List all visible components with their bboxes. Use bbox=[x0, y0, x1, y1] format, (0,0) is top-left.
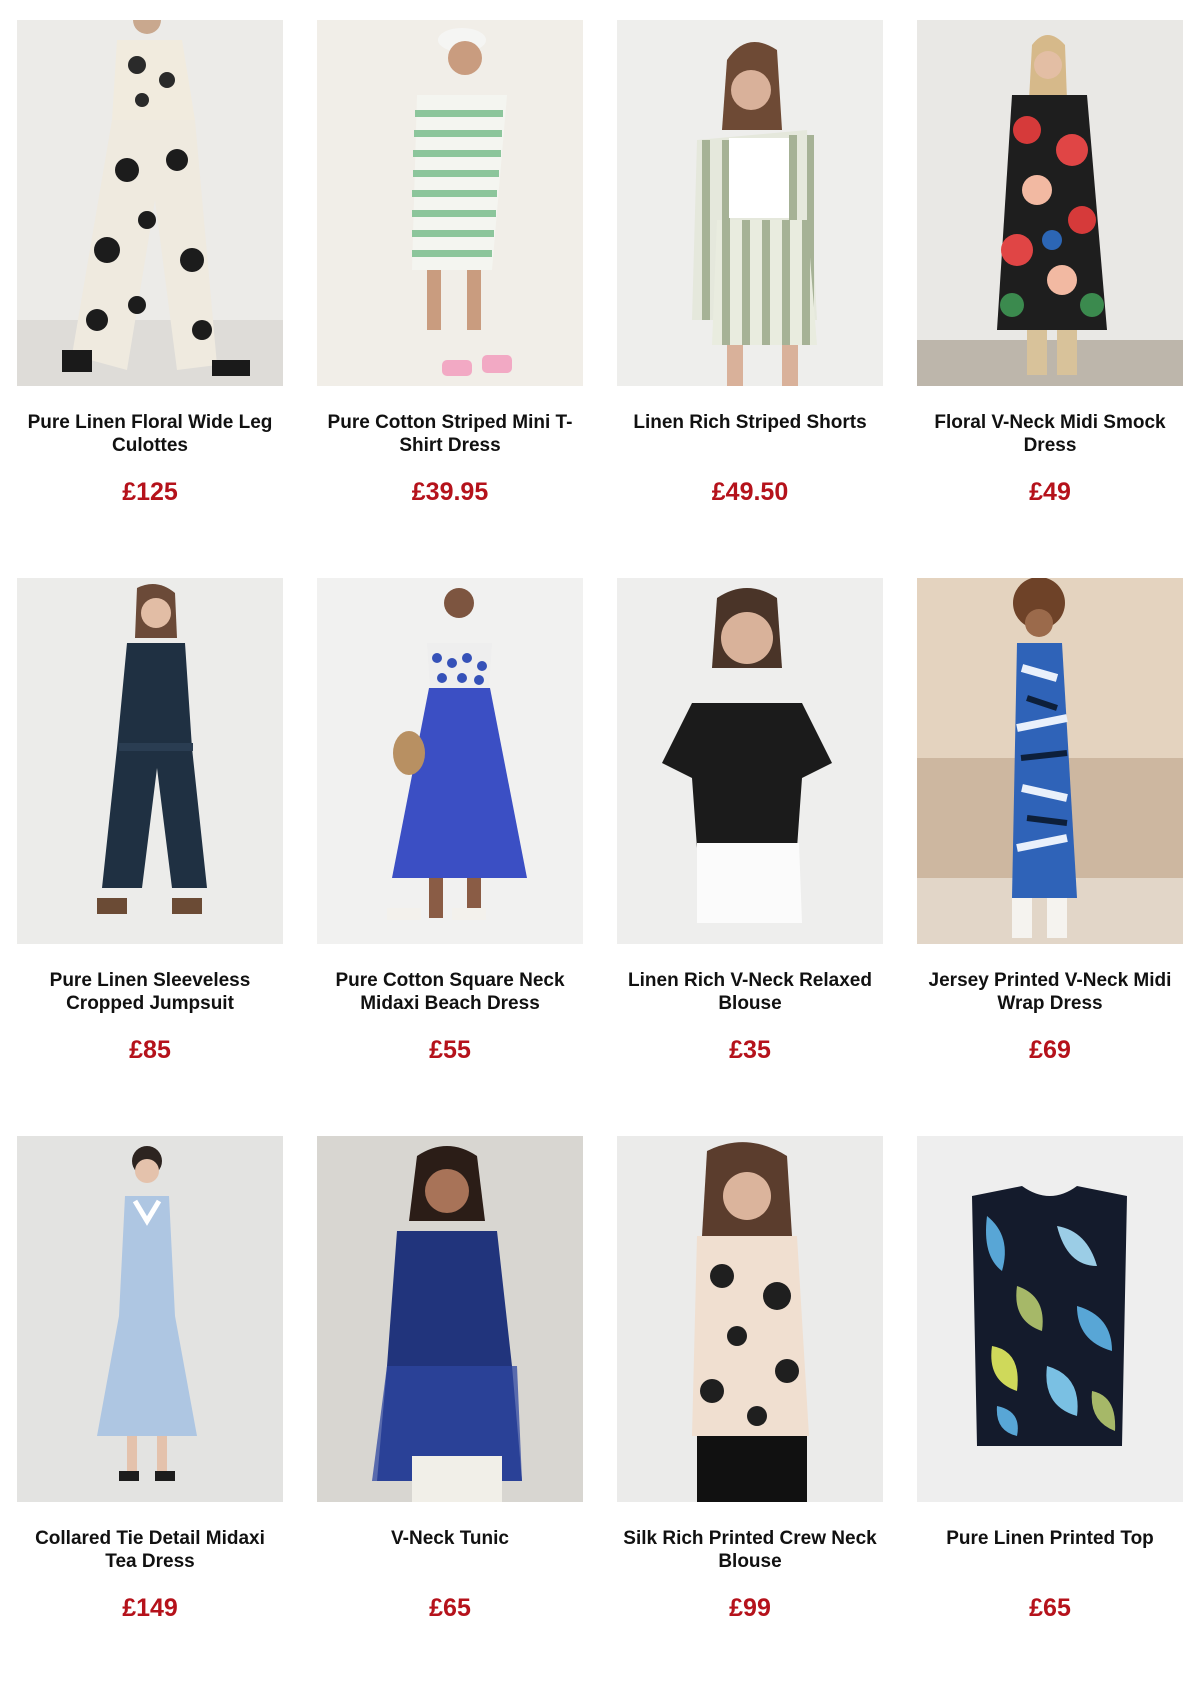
product-image[interactable] bbox=[917, 20, 1183, 386]
product-title[interactable]: Silk Rich Printed Crew Neck Blouse bbox=[617, 1527, 883, 1593]
product-price: £125 bbox=[122, 478, 178, 506]
product-title[interactable]: V-Neck Tunic bbox=[317, 1527, 583, 1593]
product-title[interactable]: Collared Tie Detail Midaxi Tea Dress bbox=[17, 1527, 283, 1593]
product-price: £35 bbox=[729, 1036, 771, 1064]
product-image[interactable] bbox=[617, 20, 883, 386]
product-price: £149 bbox=[122, 1594, 178, 1622]
product-card[interactable]: V-Neck Tunic £65 bbox=[317, 1136, 583, 1694]
product-card[interactable]: Pure Linen Floral Wide Leg Culottes £125 bbox=[17, 20, 283, 578]
product-card[interactable]: Floral V-Neck Midi Smock Dress £49 bbox=[917, 20, 1183, 578]
product-card[interactable]: Pure Cotton Striped Mini T-Shirt Dress £… bbox=[317, 20, 583, 578]
product-title[interactable]: Pure Linen Floral Wide Leg Culottes bbox=[17, 411, 283, 477]
product-card[interactable]: Linen Rich Striped Shorts £49.50 bbox=[617, 20, 883, 578]
product-price: £65 bbox=[429, 1594, 471, 1622]
product-card[interactable]: Pure Linen Printed Top £65 bbox=[917, 1136, 1183, 1694]
product-price: £55 bbox=[429, 1036, 471, 1064]
product-title[interactable]: Linen Rich V-Neck Relaxed Blouse bbox=[617, 969, 883, 1035]
product-image[interactable] bbox=[17, 578, 283, 944]
product-image[interactable] bbox=[917, 1136, 1183, 1502]
product-grid: Pure Linen Floral Wide Leg Culottes £125… bbox=[17, 20, 1183, 1694]
product-card[interactable]: Jersey Printed V-Neck Midi Wrap Dress £6… bbox=[917, 578, 1183, 1136]
product-title[interactable]: Linen Rich Striped Shorts bbox=[617, 411, 883, 477]
product-card[interactable]: Silk Rich Printed Crew Neck Blouse £99 bbox=[617, 1136, 883, 1694]
product-image[interactable] bbox=[617, 1136, 883, 1502]
product-price: £85 bbox=[129, 1036, 171, 1064]
product-price: £49 bbox=[1029, 478, 1071, 506]
product-price: £39.95 bbox=[411, 478, 489, 506]
product-price: £99 bbox=[729, 1594, 771, 1622]
product-title[interactable]: Pure Cotton Striped Mini T-Shirt Dress bbox=[317, 411, 583, 477]
product-title[interactable]: Pure Linen Sleeveless Cropped Jumpsuit bbox=[17, 969, 283, 1035]
product-price: £69 bbox=[1029, 1036, 1071, 1064]
product-card[interactable]: Collared Tie Detail Midaxi Tea Dress £14… bbox=[17, 1136, 283, 1694]
product-image[interactable] bbox=[317, 578, 583, 944]
product-title[interactable]: Jersey Printed V-Neck Midi Wrap Dress bbox=[917, 969, 1183, 1035]
product-image[interactable] bbox=[917, 578, 1183, 944]
product-image[interactable] bbox=[17, 1136, 283, 1502]
product-title[interactable]: Pure Linen Printed Top bbox=[917, 1527, 1183, 1593]
product-title[interactable]: Pure Cotton Square Neck Midaxi Beach Dre… bbox=[317, 969, 583, 1035]
product-price: £65 bbox=[1029, 1594, 1071, 1622]
product-card[interactable]: Pure Cotton Square Neck Midaxi Beach Dre… bbox=[317, 578, 583, 1136]
product-card[interactable]: Pure Linen Sleeveless Cropped Jumpsuit £… bbox=[17, 578, 283, 1136]
product-image[interactable] bbox=[617, 578, 883, 944]
product-title[interactable]: Floral V-Neck Midi Smock Dress bbox=[917, 411, 1183, 477]
product-image[interactable] bbox=[317, 20, 583, 386]
product-image[interactable] bbox=[317, 1136, 583, 1502]
product-card[interactable]: Linen Rich V-Neck Relaxed Blouse £35 bbox=[617, 578, 883, 1136]
product-image[interactable] bbox=[17, 20, 283, 386]
product-price: £49.50 bbox=[711, 478, 789, 506]
